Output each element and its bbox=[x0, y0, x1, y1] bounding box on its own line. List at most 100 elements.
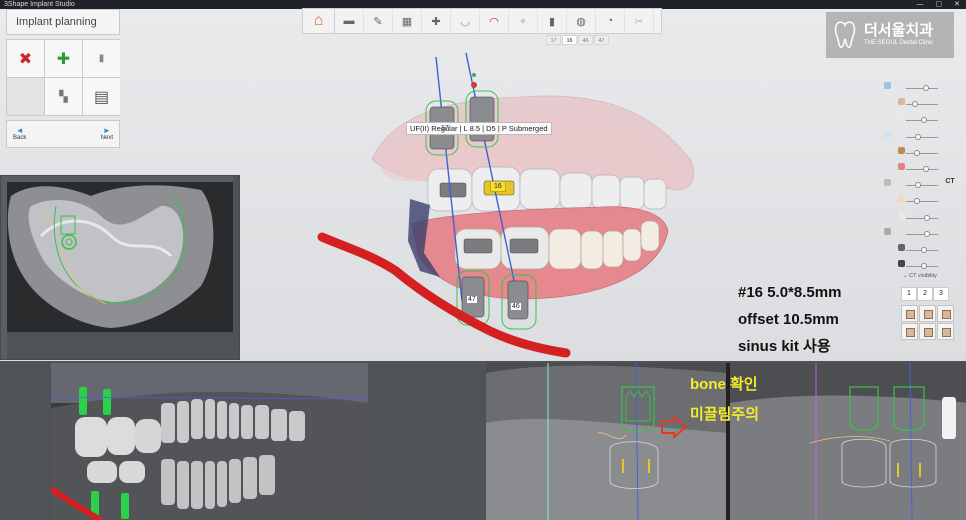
cross-section-view-b[interactable] bbox=[728, 363, 966, 520]
minimize-button[interactable]: — bbox=[917, 0, 924, 9]
slider-icon bbox=[898, 146, 905, 154]
toolbar-button[interactable]: ● bbox=[509, 9, 538, 33]
visibility-slider[interactable] bbox=[884, 210, 964, 226]
add-implant-button[interactable]: ✚ bbox=[45, 40, 82, 77]
planning-tools: ✖ ✚ ▮ ▚ ▤ bbox=[6, 39, 120, 116]
slider-knob[interactable] bbox=[913, 149, 920, 156]
slider-knob[interactable] bbox=[924, 214, 930, 221]
guide-icon: ◔ bbox=[606, 15, 614, 27]
view-cube-left[interactable] bbox=[919, 305, 936, 322]
ct-page-selector: 1 2 3 bbox=[901, 287, 949, 301]
slider-knob[interactable] bbox=[913, 198, 920, 205]
slider-track[interactable] bbox=[906, 233, 938, 235]
slider-knob[interactable] bbox=[921, 263, 927, 270]
visibility-slider[interactable]: CT bbox=[884, 177, 964, 193]
maximize-button[interactable]: ▢ bbox=[936, 0, 943, 9]
delete-implant-button[interactable]: ✖ bbox=[7, 40, 44, 77]
slider-end-label bbox=[944, 162, 956, 173]
view-cube-top[interactable] bbox=[901, 323, 918, 340]
slider-knob[interactable] bbox=[921, 117, 927, 124]
next-label: Next bbox=[100, 135, 113, 141]
slider-track[interactable] bbox=[906, 152, 938, 154]
toolbar-button[interactable]: ▦ bbox=[393, 9, 422, 33]
toolbar-button[interactable]: ◠ bbox=[480, 9, 509, 33]
abutment-button[interactable]: ▤ bbox=[83, 78, 120, 115]
multi-implant-button[interactable]: ▚ bbox=[45, 78, 82, 115]
slider-track[interactable] bbox=[906, 104, 938, 106]
tooth-tab-46[interactable]: 46 bbox=[578, 35, 593, 45]
view-cube-back[interactable] bbox=[937, 323, 954, 340]
tooth-label-17[interactable]: 17 bbox=[440, 125, 450, 132]
close-button[interactable]: ✕ bbox=[954, 0, 960, 9]
view-cube-front[interactable] bbox=[901, 305, 918, 322]
implant-button[interactable]: ▮ bbox=[83, 40, 120, 77]
slider-end-label bbox=[944, 130, 956, 141]
visibility-slider[interactable] bbox=[884, 129, 964, 145]
slider-track[interactable] bbox=[906, 185, 938, 187]
visibility-slider[interactable] bbox=[884, 193, 964, 209]
tooth-tab-16[interactable]: 16 bbox=[562, 35, 577, 45]
toolbar-button[interactable]: ✚ bbox=[422, 9, 451, 33]
toolbar-button[interactable]: ✎ bbox=[364, 9, 393, 33]
ct-visibility-text: CT visibility bbox=[909, 273, 937, 279]
visibility-slider[interactable] bbox=[884, 242, 964, 258]
visibility-slider[interactable] bbox=[884, 96, 964, 112]
slider-knob[interactable] bbox=[924, 230, 930, 237]
window-controls: — ▢ ✕ bbox=[917, 0, 961, 9]
slider-end-label bbox=[944, 97, 956, 108]
planning-notes: #16 5.0*8.5mm offset 10.5mm sinus kit 사용 bbox=[738, 279, 841, 360]
view-cube-bottom[interactable] bbox=[919, 323, 936, 340]
slider-track[interactable] bbox=[906, 168, 938, 170]
visibility-slider[interactable] bbox=[884, 145, 964, 161]
view-cube-right[interactable] bbox=[937, 305, 954, 322]
ct-axial-view[interactable] bbox=[0, 175, 240, 360]
slider-track[interactable] bbox=[906, 88, 938, 89]
ct-page-1[interactable]: 1 bbox=[901, 287, 917, 301]
visibility-slider[interactable] bbox=[884, 112, 964, 128]
tooth-label-47[interactable]: 47 bbox=[467, 296, 477, 303]
tooth-tab-17[interactable]: 17 bbox=[546, 35, 561, 45]
slider-knob[interactable] bbox=[921, 246, 927, 253]
visibility-slider[interactable] bbox=[884, 258, 964, 274]
slider-knob[interactable] bbox=[915, 133, 921, 140]
slider-track[interactable] bbox=[906, 201, 938, 203]
slider-end-label: CT bbox=[945, 178, 955, 186]
note-line: offset 10.5mm bbox=[738, 311, 839, 328]
next-button[interactable]: ► Next bbox=[101, 121, 113, 147]
visibility-slider[interactable] bbox=[884, 226, 964, 242]
toolbar-button[interactable]: ◔ bbox=[596, 9, 625, 33]
visibility-slider[interactable] bbox=[884, 161, 964, 177]
tooth-add-icon: ✚ bbox=[431, 15, 441, 28]
implant-handle[interactable] bbox=[471, 82, 477, 88]
slider-icon bbox=[898, 114, 905, 122]
slider-knob[interactable] bbox=[922, 85, 929, 91]
panoramic-view[interactable] bbox=[51, 363, 368, 520]
visibility-slider[interactable] bbox=[884, 80, 964, 96]
toolbar-button[interactable]: ◡ bbox=[451, 9, 480, 33]
slider-knob[interactable] bbox=[922, 165, 929, 172]
toolbar-button[interactable]: ▮ bbox=[538, 9, 567, 33]
implant-planning-panel: Implant planning ✖ ✚ ▮ ▚ ▤ ◄ Back ► Next bbox=[6, 9, 120, 148]
ct-page-2[interactable]: 2 bbox=[917, 287, 933, 301]
implant-studio-app: 3Shape Implant Studio — ▢ ✕ UF(II) Regul… bbox=[0, 0, 966, 520]
tooth-label-16[interactable]: 16 bbox=[490, 181, 506, 192]
home-button[interactable]: ⌂ bbox=[303, 9, 335, 33]
toolbar-button[interactable]: ◍ bbox=[567, 9, 596, 33]
implant-handle-2[interactable] bbox=[472, 73, 476, 77]
tooth-tab-47[interactable]: 47 bbox=[594, 35, 609, 45]
slider-icon bbox=[898, 98, 905, 106]
back-button[interactable]: ◄ Back bbox=[13, 121, 26, 147]
implant-icon: ▮ bbox=[98, 53, 105, 64]
slider-track[interactable] bbox=[906, 136, 938, 138]
slider-end-label bbox=[944, 194, 956, 205]
slider-knob[interactable] bbox=[912, 101, 918, 108]
ct-page-3[interactable]: 3 bbox=[933, 287, 949, 301]
toolbar-button[interactable]: ▬ bbox=[335, 9, 364, 33]
slider-icon bbox=[884, 130, 891, 138]
tooth-label-46[interactable]: 46 bbox=[511, 303, 521, 310]
slider-knob[interactable] bbox=[915, 182, 921, 189]
cross-section-b bbox=[730, 363, 966, 520]
slider-end-label bbox=[944, 81, 956, 92]
toolbar-button[interactable]: ✂ bbox=[625, 9, 654, 33]
slider-track[interactable] bbox=[906, 217, 938, 219]
